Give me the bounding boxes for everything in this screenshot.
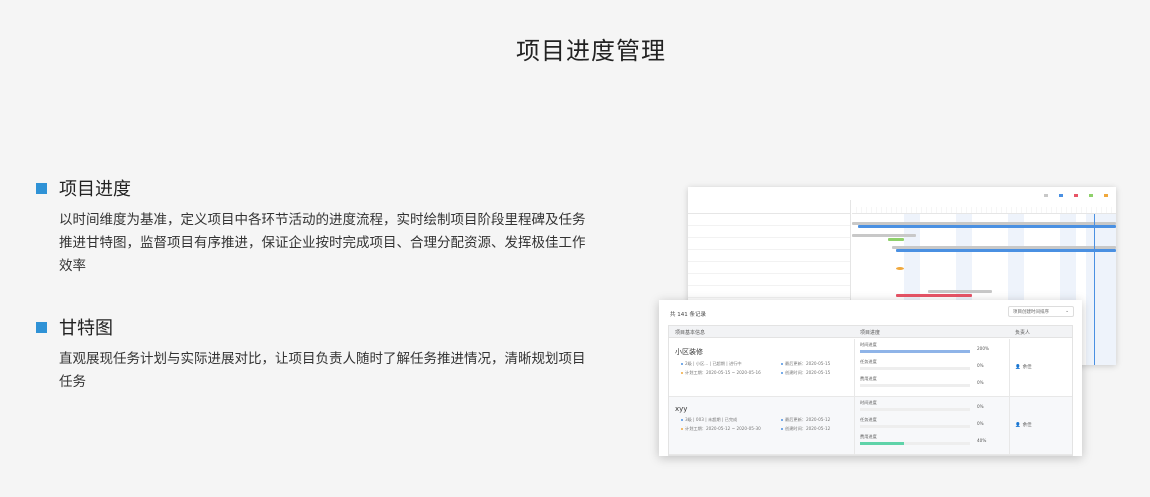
gantt-task-row[interactable]: [688, 250, 850, 262]
gantt-task-row[interactable]: [688, 274, 850, 286]
header-basic-info: 项目基本信息: [675, 330, 706, 336]
last-updated: 最后更新：2020-05-12: [781, 417, 830, 423]
sort-select[interactable]: 项目创建时间排序 ⌄: [1008, 306, 1074, 317]
gantt-date-header: [852, 200, 1116, 207]
project-meta: 3级 | 003 | 未超期 | 已完成: [681, 417, 737, 423]
progress-time: 时间进度 0%: [860, 400, 984, 411]
chevron-down-icon: ⌄: [1065, 309, 1069, 314]
progress-time: 时间进度 200%: [860, 342, 989, 353]
progress-bar: [860, 384, 970, 387]
project-name[interactable]: xyy: [675, 405, 687, 413]
gantt-bar[interactable]: [888, 238, 904, 241]
gantt-task-row[interactable]: [688, 214, 850, 226]
progress-cost: 费用进度 0%: [860, 376, 984, 387]
progress-bar: [860, 350, 970, 353]
gantt-bar[interactable]: [858, 225, 1116, 228]
status-dot-icon: [781, 419, 783, 421]
table-row[interactable]: xyy 3级 | 003 | 未超期 | 已完成 计划工期：2020-05-12…: [669, 397, 1072, 455]
feature-title: 甘特图: [59, 318, 113, 339]
gantt-bar[interactable]: [896, 294, 972, 297]
gantt-task-row[interactable]: [688, 226, 850, 238]
user-icon: 👤: [1015, 423, 1021, 428]
progress-task: 任务进度 0%: [860, 417, 984, 428]
gantt-task-list-header: [688, 200, 850, 214]
feature-title: 项目进度: [59, 179, 131, 200]
project-schedule: 计划工期：2020-05-12 ~ 2020-05-30: [681, 426, 761, 432]
gantt-task-row[interactable]: [688, 238, 850, 250]
gantt-breadcrumb: [696, 192, 708, 198]
legend-item: [1104, 192, 1110, 198]
table-header: 项目基本信息 项目进度 负责人: [669, 326, 1072, 338]
feature-project-progress: 项目进度 以时间维度为基准，定义项目中各环节活动的进度流程，实时绘制项目阶段里程…: [36, 175, 596, 278]
project-name[interactable]: 小区装修: [675, 347, 703, 357]
gantt-bar[interactable]: [896, 249, 1116, 252]
progress-bar: [860, 408, 970, 411]
progress-task: 任务进度 0%: [860, 359, 984, 370]
status-dot-icon: [681, 419, 683, 421]
progress-cost: 费用进度 40%: [860, 434, 987, 445]
gantt-bar[interactable]: [852, 234, 916, 237]
header-progress: 项目进度: [860, 330, 881, 336]
gantt-task-row[interactable]: [688, 262, 850, 274]
legend-item: [1044, 192, 1050, 198]
status-dot-icon: [781, 363, 783, 365]
today-line: [1094, 214, 1095, 365]
status-dot-icon: [681, 428, 683, 430]
project-owner[interactable]: 👤 余佳: [1015, 422, 1032, 428]
square-bullet-icon: [36, 182, 47, 194]
project-schedule: 计划工期：2020-05-15 ~ 2020-05-16: [681, 370, 761, 376]
legend-item: [1059, 192, 1065, 198]
gantt-bar[interactable]: [896, 267, 904, 270]
progress-bar: [860, 425, 970, 428]
page-title: 项目进度管理: [516, 37, 666, 65]
sort-label: 项目创建时间排序: [1013, 310, 1049, 315]
gantt-task-row[interactable]: [688, 286, 850, 298]
project-owner[interactable]: 👤 余佳: [1015, 364, 1032, 370]
gantt-legend: [1035, 192, 1110, 198]
status-dot-icon: [681, 363, 683, 365]
user-icon: 👤: [1015, 365, 1021, 370]
status-dot-icon: [781, 372, 783, 374]
legend-item: [1089, 192, 1095, 198]
project-table-screenshot: 共 141 条记录 项目创建时间排序 ⌄ 项目基本信息 项目进度 负责人 小区装…: [659, 300, 1082, 456]
progress-bar: [860, 367, 970, 370]
table-row[interactable]: 小区装修 2级 | 小区... | 已超期 | 进行中 计划工期：2020-05…: [669, 339, 1072, 397]
feature-description: 以时间维度为基准，定义项目中各环节活动的进度流程，实时绘制项目阶段里程碑及任务推…: [59, 212, 586, 274]
project-table: 项目基本信息 项目进度 负责人 小区装修 2级 | 小区... | 已超期 | …: [668, 325, 1073, 456]
square-bullet-icon: [36, 321, 47, 333]
feature-description: 直观展现任务计划与实际进展对比，让项目负责人随时了解任务推进情况，清晰规划项目任…: [59, 351, 586, 390]
status-dot-icon: [781, 428, 783, 430]
created-time: 创建时间：2020-05-12: [781, 426, 830, 432]
created-time: 创建时间：2020-05-15: [781, 370, 830, 376]
gantt-toolbar: [696, 192, 1110, 198]
status-dot-icon: [681, 372, 683, 374]
gantt-day-ticks: [852, 207, 1116, 214]
record-count: 共 141 条记录: [670, 312, 706, 318]
last-updated: 最后更新：2020-05-15: [781, 361, 830, 367]
feature-gantt-chart: 甘特图 直观展现任务计划与实际进展对比，让项目负责人随时了解任务推进情况，清晰规…: [36, 314, 596, 394]
gantt-bar[interactable]: [928, 290, 992, 293]
project-meta: 2级 | 小区... | 已超期 | 进行中: [681, 361, 742, 367]
legend-item: [1074, 192, 1080, 198]
progress-bar: [860, 442, 970, 445]
header-owner: 负责人: [1015, 330, 1031, 336]
